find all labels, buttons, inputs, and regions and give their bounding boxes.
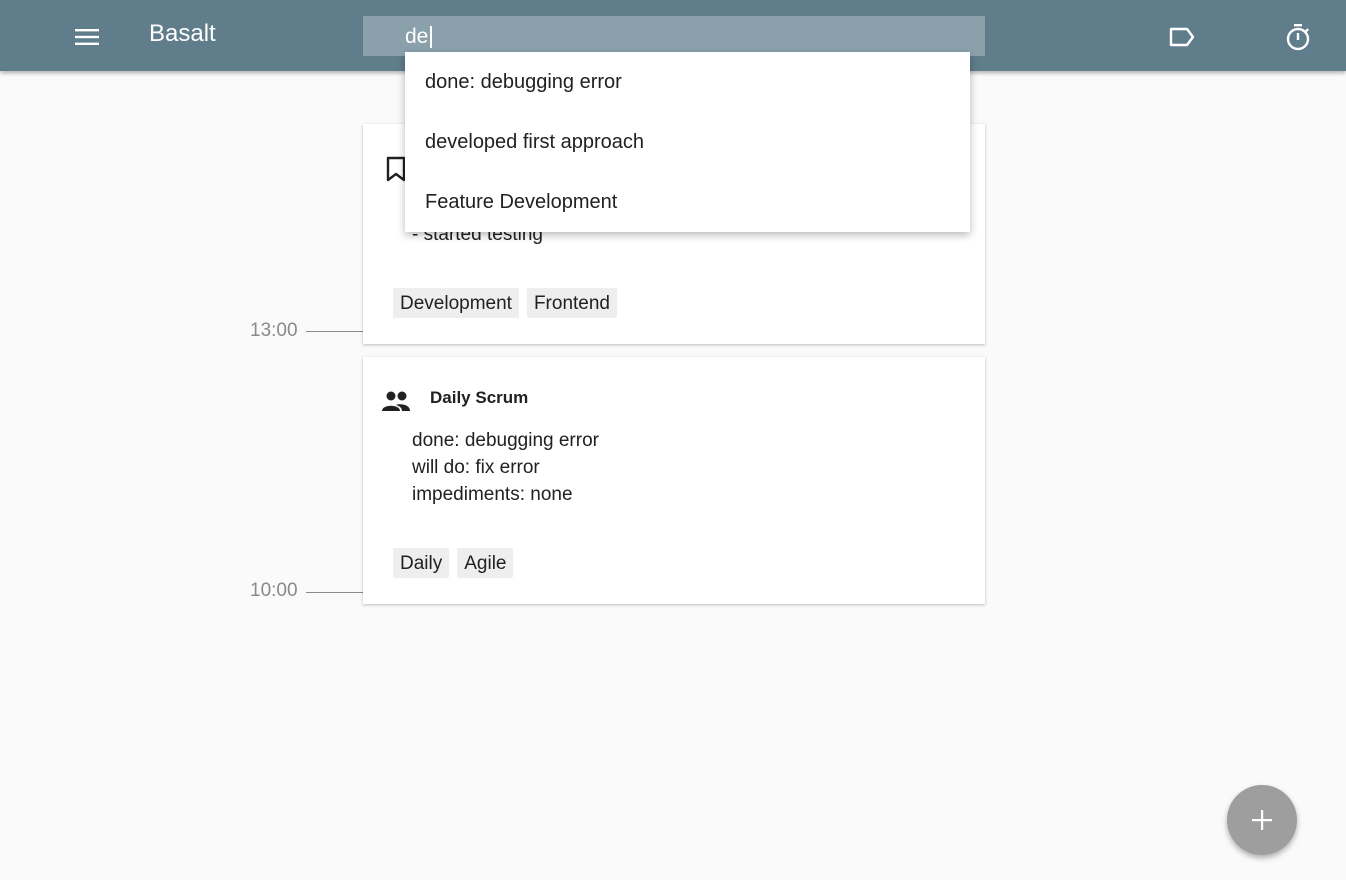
timer-button[interactable] bbox=[1277, 16, 1319, 58]
time-marker-line bbox=[306, 331, 363, 332]
tag-list: Daily Agile bbox=[393, 548, 514, 578]
label-icon bbox=[1169, 27, 1195, 47]
menu-button[interactable] bbox=[66, 16, 108, 58]
entry-body: done: debugging error will do: fix error… bbox=[412, 427, 599, 508]
add-entry-button[interactable] bbox=[1227, 785, 1297, 855]
time-label: 13:00 bbox=[250, 320, 298, 341]
entry-card[interactable]: Daily Scrum done: debugging error will d… bbox=[363, 357, 985, 604]
labels-button[interactable] bbox=[1161, 16, 1203, 58]
entry-title: Daily Scrum bbox=[430, 388, 529, 407]
suggestion-item[interactable]: developed first approach bbox=[405, 112, 970, 172]
entry-body-line: impediments: none bbox=[412, 484, 573, 505]
tag-chip[interactable]: Frontend bbox=[526, 288, 617, 318]
search-box[interactable] bbox=[363, 16, 985, 56]
people-icon bbox=[382, 391, 410, 411]
text-caret bbox=[430, 26, 432, 48]
bookmark-icon bbox=[386, 156, 406, 182]
app-title: Basalt bbox=[149, 20, 216, 47]
timer-icon bbox=[1286, 24, 1310, 51]
time-marker-line bbox=[306, 592, 363, 593]
time-label: 10:00 bbox=[250, 580, 298, 601]
plus-icon bbox=[1252, 810, 1272, 830]
tag-list: Development Frontend bbox=[393, 288, 617, 318]
menu-icon bbox=[75, 29, 99, 45]
search-input[interactable] bbox=[405, 23, 965, 51]
entry-body-line: will do: fix error bbox=[412, 457, 540, 478]
suggestion-item[interactable]: done: debugging error bbox=[405, 52, 970, 112]
tag-chip[interactable]: Daily bbox=[393, 548, 450, 578]
search-suggestions: done: debugging error developed first ap… bbox=[405, 52, 970, 232]
tag-chip[interactable]: Development bbox=[393, 288, 519, 318]
suggestion-item[interactable]: Feature Development bbox=[405, 172, 970, 232]
tag-chip[interactable]: Agile bbox=[457, 548, 514, 578]
entry-body-line: done: debugging error bbox=[412, 430, 599, 451]
